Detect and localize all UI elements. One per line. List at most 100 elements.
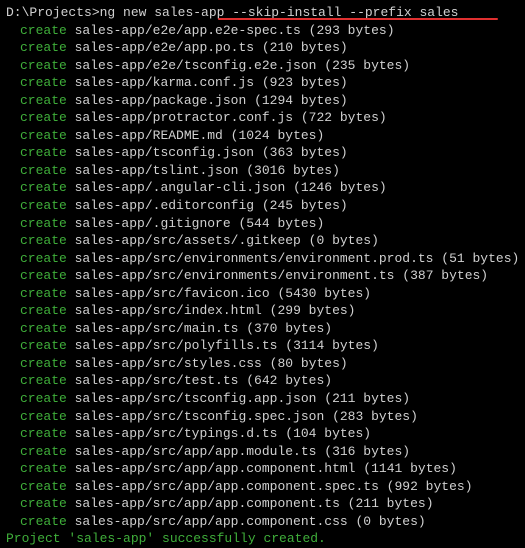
output-line: create sales-app/.editorconfig (245 byte… <box>6 197 519 215</box>
file-bytes: (992 bytes) <box>379 479 473 494</box>
output-line: create sales-app/src/assets/.gitkeep (0 … <box>6 232 519 250</box>
file-bytes: (1141 bytes) <box>355 461 456 476</box>
create-keyword: create <box>20 514 67 529</box>
create-keyword: create <box>20 321 67 336</box>
output-line: create sales-app/src/app/app.module.ts (… <box>6 443 519 461</box>
file-bytes: (283 bytes) <box>324 409 418 424</box>
output-line: create sales-app/src/index.html (299 byt… <box>6 302 519 320</box>
create-keyword: create <box>20 216 67 231</box>
create-keyword: create <box>20 58 67 73</box>
file-path: sales-app/src/favicon.ico <box>75 286 270 301</box>
file-path: sales-app/.angular-cli.json <box>75 180 286 195</box>
file-path: sales-app/e2e/tsconfig.e2e.json <box>75 58 317 73</box>
file-bytes: (293 bytes) <box>301 23 395 38</box>
file-bytes: (370 bytes) <box>238 321 332 336</box>
create-keyword: create <box>20 198 67 213</box>
create-keyword: create <box>20 128 67 143</box>
output-line: create sales-app/src/app/app.component.h… <box>6 460 519 478</box>
file-bytes: (0 bytes) <box>348 514 426 529</box>
create-keyword: create <box>20 233 67 248</box>
file-bytes: (1024 bytes) <box>223 128 324 143</box>
output-line: create sales-app/src/app/app.component.t… <box>6 495 519 513</box>
file-path: sales-app/src/app/app.component.ts <box>75 496 340 511</box>
output-line: create sales-app/.gitignore (544 bytes) <box>6 215 519 233</box>
output-line: create sales-app/tslint.json (3016 bytes… <box>6 162 519 180</box>
terminal-output: create sales-app/e2e/app.e2e-spec.ts (29… <box>6 22 519 531</box>
file-bytes: (80 bytes) <box>262 356 348 371</box>
file-bytes: (1246 bytes) <box>285 180 386 195</box>
create-keyword: create <box>20 268 67 283</box>
output-line: create sales-app/e2e/app.po.ts (210 byte… <box>6 39 519 57</box>
output-line: create sales-app/karma.conf.js (923 byte… <box>6 74 519 92</box>
create-keyword: create <box>20 479 67 494</box>
create-keyword: create <box>20 409 67 424</box>
file-path: sales-app/src/main.ts <box>75 321 239 336</box>
file-path: sales-app/README.md <box>75 128 223 143</box>
output-line: create sales-app/protractor.conf.js (722… <box>6 109 519 127</box>
success-message: Project 'sales-app' successfully created… <box>6 530 519 548</box>
file-path: sales-app/src/tsconfig.spec.json <box>75 409 325 424</box>
create-keyword: create <box>20 461 67 476</box>
output-line: create sales-app/src/test.ts (642 bytes) <box>6 372 519 390</box>
create-keyword: create <box>20 180 67 195</box>
create-keyword: create <box>20 444 67 459</box>
file-bytes: (245 bytes) <box>254 198 348 213</box>
file-path: sales-app/package.json <box>75 93 247 108</box>
file-path: sales-app/src/test.ts <box>75 373 239 388</box>
file-path: sales-app/src/app/app.component.spec.ts <box>75 479 379 494</box>
file-path: sales-app/.gitignore <box>75 216 231 231</box>
output-line: create sales-app/e2e/app.e2e-spec.ts (29… <box>6 22 519 40</box>
output-line: create sales-app/e2e/tsconfig.e2e.json (… <box>6 57 519 75</box>
create-keyword: create <box>20 110 67 125</box>
output-line: create sales-app/src/polyfills.ts (3114 … <box>6 337 519 355</box>
file-path: sales-app/src/index.html <box>75 303 262 318</box>
file-bytes: (0 bytes) <box>301 233 379 248</box>
create-keyword: create <box>20 93 67 108</box>
highlight-underline <box>218 18 498 20</box>
output-line: create sales-app/src/app/app.component.c… <box>6 513 519 531</box>
output-line: create sales-app/package.json (1294 byte… <box>6 92 519 110</box>
output-line: create sales-app/src/tsconfig.spec.json … <box>6 408 519 426</box>
file-path: sales-app/.editorconfig <box>75 198 254 213</box>
create-keyword: create <box>20 338 67 353</box>
file-path: sales-app/protractor.conf.js <box>75 110 293 125</box>
create-keyword: create <box>20 496 67 511</box>
file-bytes: (211 bytes) <box>316 391 410 406</box>
file-path: sales-app/karma.conf.js <box>75 75 254 90</box>
file-path: sales-app/src/tsconfig.app.json <box>75 391 317 406</box>
file-bytes: (1294 bytes) <box>246 93 347 108</box>
create-keyword: create <box>20 356 67 371</box>
create-keyword: create <box>20 286 67 301</box>
file-bytes: (3114 bytes) <box>277 338 378 353</box>
create-keyword: create <box>20 251 67 266</box>
file-path: sales-app/src/assets/.gitkeep <box>75 233 301 248</box>
create-keyword: create <box>20 23 67 38</box>
file-bytes: (316 bytes) <box>316 444 410 459</box>
create-keyword: create <box>20 145 67 160</box>
file-bytes: (544 bytes) <box>231 216 325 231</box>
file-bytes: (235 bytes) <box>316 58 410 73</box>
output-line: create sales-app/src/tsconfig.app.json (… <box>6 390 519 408</box>
create-keyword: create <box>20 40 67 55</box>
file-path: sales-app/e2e/app.e2e-spec.ts <box>75 23 301 38</box>
file-bytes: (210 bytes) <box>254 40 348 55</box>
output-line: create sales-app/src/app/app.component.s… <box>6 478 519 496</box>
file-path: sales-app/src/app/app.component.html <box>75 461 356 476</box>
create-keyword: create <box>20 303 67 318</box>
output-line: create sales-app/src/favicon.ico (5430 b… <box>6 285 519 303</box>
file-path: sales-app/tsconfig.json <box>75 145 254 160</box>
command-prompt-line: D:\Projects>ng new sales-app --skip-inst… <box>6 4 519 22</box>
file-path: sales-app/src/environments/environment.p… <box>75 251 434 266</box>
output-line: create sales-app/src/environments/enviro… <box>6 267 519 285</box>
file-path: sales-app/src/environments/environment.t… <box>75 268 395 283</box>
file-bytes: (642 bytes) <box>238 373 332 388</box>
output-line: create sales-app/README.md (1024 bytes) <box>6 127 519 145</box>
file-bytes: (299 bytes) <box>262 303 356 318</box>
file-path: sales-app/e2e/app.po.ts <box>75 40 254 55</box>
output-line: create sales-app/tsconfig.json (363 byte… <box>6 144 519 162</box>
output-line: create sales-app/src/main.ts (370 bytes) <box>6 320 519 338</box>
file-path: sales-app/tslint.json <box>75 163 239 178</box>
create-keyword: create <box>20 391 67 406</box>
file-bytes: (387 bytes) <box>394 268 488 283</box>
create-keyword: create <box>20 373 67 388</box>
